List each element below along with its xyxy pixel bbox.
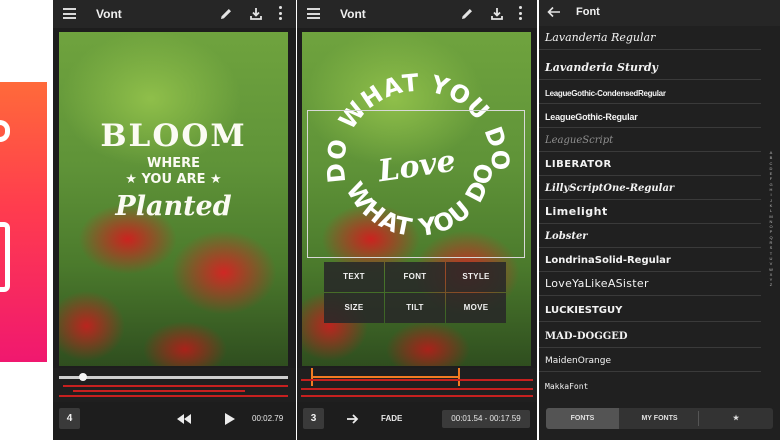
- promo-logo-glyph: [0, 120, 10, 142]
- font-list-item[interactable]: MaidenOrange: [539, 348, 761, 372]
- arrow-back-icon[interactable]: [547, 5, 561, 19]
- font-option-button[interactable]: FONT: [385, 262, 445, 292]
- move-option-button[interactable]: MOVE: [446, 293, 506, 323]
- timeline[interactable]: [297, 368, 537, 402]
- font-list-item[interactable]: MakkaFont: [539, 372, 761, 396]
- clip-count-badge[interactable]: 3: [303, 408, 324, 429]
- promo-banner: [0, 82, 47, 362]
- poster-line-bloom: BLOOM: [100, 118, 247, 154]
- menu-icon[interactable]: [307, 8, 320, 19]
- app-bar: Vont: [53, 0, 296, 28]
- font-tabs: FONTS MY FONTS ★: [546, 408, 773, 429]
- timeline-track: [301, 379, 533, 381]
- poster-line-you-are: ★ YOU ARE ★: [125, 172, 222, 187]
- photo-canvas[interactable]: DO WHAT YOU DO WHAT YOU DO Love TEXT FON…: [302, 32, 531, 366]
- font-list-item[interactable]: LondrinaSolid-Regular: [539, 248, 761, 272]
- playback-time: 00:02.79: [252, 414, 284, 423]
- rewind-icon[interactable]: [176, 413, 192, 425]
- selected-range-line: [313, 376, 458, 378]
- editor-screen-poster: Vont BLOOM WHERE ★ YOU ARE ★ Planted 4 0…: [53, 0, 296, 440]
- font-list-item[interactable]: Lavanderia Regular: [539, 26, 761, 50]
- font-list-item[interactable]: LeagueGothic-Regular: [539, 104, 761, 128]
- size-option-button[interactable]: SIZE: [324, 293, 384, 323]
- scrub-bar[interactable]: [59, 376, 288, 379]
- app-title: Vont: [340, 7, 366, 21]
- timeline[interactable]: [53, 368, 296, 402]
- font-list-item[interactable]: LeagueScript: [539, 128, 761, 152]
- font-picker-screen: Font Lavanderia Regular Lavanderia Sturd…: [539, 0, 780, 440]
- timeline-track: [301, 395, 533, 397]
- font-list-item[interactable]: LIBERATOR: [539, 152, 761, 176]
- promo-logo-glyph: [0, 222, 10, 292]
- clip-count-badge[interactable]: 4: [59, 408, 80, 429]
- alphabet-index-letter[interactable]: Z: [766, 282, 776, 287]
- timeline-track: [73, 390, 245, 392]
- download-icon[interactable]: [248, 6, 264, 22]
- timeline-track: [59, 395, 288, 397]
- scrub-handle[interactable]: [79, 373, 87, 381]
- edit-options-grid: TEXT FONT STYLE SIZE TILT MOVE: [324, 262, 507, 324]
- playback-bar: 3 FADE 00:01.54 - 00:17.59: [297, 405, 537, 440]
- arrow-right-icon[interactable]: [346, 413, 359, 425]
- selection-box[interactable]: [307, 110, 525, 258]
- pencil-icon[interactable]: [218, 6, 234, 22]
- pencil-icon[interactable]: [459, 6, 475, 22]
- poster-line-planted: Planted: [115, 191, 232, 222]
- tab-fonts[interactable]: FONTS: [546, 408, 619, 429]
- font-list[interactable]: Lavanderia Regular Lavanderia Sturdy Lea…: [539, 26, 780, 402]
- font-list-item[interactable]: MAD-DOGGED: [539, 322, 761, 348]
- editor-screen-circle-text: Vont DO WHAT YOU DO WHAT YOU DO Love TEX…: [297, 0, 537, 440]
- download-icon[interactable]: [489, 6, 505, 22]
- font-app-bar: Font: [539, 0, 780, 26]
- poster-line-where: WHERE: [147, 156, 200, 171]
- text-option-button[interactable]: TEXT: [324, 262, 384, 292]
- timeline-track: [301, 388, 533, 390]
- more-vert-icon[interactable]: [519, 6, 523, 22]
- screenshot-stage: Vont BLOOM WHERE ★ YOU ARE ★ Planted 4 0…: [0, 0, 780, 440]
- font-screen-title: Font: [576, 6, 600, 18]
- app-bar: Vont: [297, 0, 537, 28]
- play-icon[interactable]: [224, 412, 236, 426]
- tilt-option-button[interactable]: TILT: [385, 293, 445, 323]
- alphabet-index[interactable]: ABCDEFGHIJKLMNOPQRSTUVWXYZ: [766, 150, 776, 288]
- app-title: Vont: [96, 7, 122, 21]
- font-list-item[interactable]: LoveYaLikeASister: [539, 272, 761, 296]
- menu-icon[interactable]: [63, 8, 76, 19]
- font-list-item[interactable]: Lobster: [539, 224, 761, 248]
- font-list-item[interactable]: Limelight: [539, 200, 761, 224]
- tab-my-fonts[interactable]: MY FONTS: [622, 408, 697, 429]
- playback-bar: 4 00:02.79: [53, 405, 296, 440]
- tab-favorites[interactable]: ★: [699, 408, 773, 429]
- font-list-item[interactable]: LUCKIESTGUY: [539, 296, 761, 322]
- font-list-item[interactable]: LillyScriptOne-Regular: [539, 176, 761, 200]
- transition-label[interactable]: FADE: [381, 410, 402, 428]
- photo-canvas[interactable]: BLOOM WHERE ★ YOU ARE ★ Planted: [59, 32, 288, 366]
- style-option-button[interactable]: STYLE: [446, 262, 506, 292]
- more-vert-icon[interactable]: [279, 6, 283, 22]
- timeline-track: [63, 385, 288, 387]
- font-list-item[interactable]: Lavanderia Sturdy: [539, 50, 761, 80]
- clip-time-range: 00:01.54 - 00:17.59: [442, 410, 530, 428]
- poster-text[interactable]: BLOOM WHERE ★ YOU ARE ★ Planted: [59, 118, 288, 222]
- font-list-item[interactable]: LeagueGothic-CondensedRegular: [539, 80, 761, 104]
